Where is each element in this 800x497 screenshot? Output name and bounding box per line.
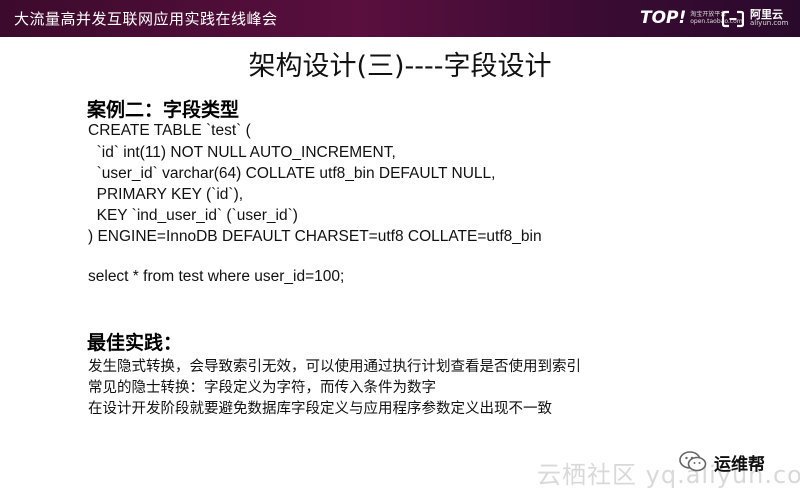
aliyun-logo-text: 阿里云 aliyun.com [750,8,789,28]
aliyun-en: aliyun.com [750,19,789,27]
wechat-label: 运维帮 [714,454,765,475]
code-line: ) ENGINE=InnoDB DEFAULT CHARSET=utf8 COL… [88,228,542,245]
best-practice-note: 发生隐式转换，会导致索引无效，可以使用通过执行计划查看是否使用到索引 [88,359,581,375]
best-practice-note: 常见的隐士转换：字段定义为字符，而传入条件为数字 [88,380,436,396]
wechat-account: 运维帮 [678,449,765,475]
event-title: 大流量高并发互联网应用实践在线峰会 [14,10,278,28]
best-practice-heading: 最佳实践： [87,332,183,354]
code-line: `id` int(11) NOT NULL AUTO_INCREMENT, [88,144,396,161]
wechat-icon [679,451,707,472]
aliyun-logo: 阿里云 aliyun.com [722,8,788,30]
code-line: KEY `ind_user_id` (`user_id`) [88,207,298,224]
top-logo-brand: TOP! [640,8,687,28]
code-line: `user_id` varchar(64) COLLATE utf8_bin D… [88,165,496,182]
aliyun-mark-icon [722,10,744,28]
header-banner: 大流量高并发互联网应用实践在线峰会 TOP! 淘宝开放平台 open.taoba… [0,0,800,37]
aliyun-cn: 阿里云 [750,8,783,21]
code-line: PRIMARY KEY (`id`), [88,186,244,203]
case-heading: 案例二：字段类型 [87,99,240,121]
code-line: CREATE TABLE `test` ( [88,122,251,139]
slide-title: 架构设计(三)----字段设计 [248,51,552,82]
best-practice-note: 在设计开发阶段就要避免数据库字段定义与应用程序参数定义出现不一致 [88,401,552,417]
select-statement: select * from test where user_id=100; [88,268,345,285]
